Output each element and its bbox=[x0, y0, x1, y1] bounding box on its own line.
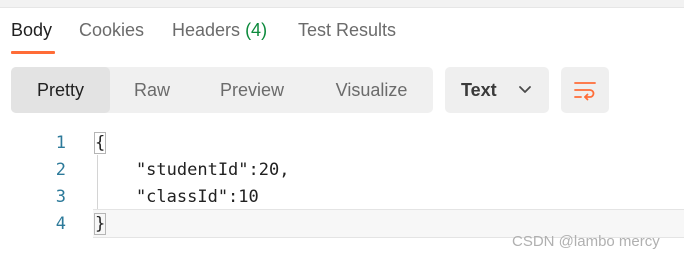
response-toolbar: Pretty Raw Preview Visualize Text bbox=[0, 67, 684, 115]
code-line: "studentId":20, bbox=[95, 160, 290, 180]
view-mode-group: Pretty Raw Preview Visualize bbox=[11, 67, 433, 113]
watermark: CSDN @lambo mercy bbox=[512, 233, 660, 250]
response-body-editor[interactable]: 1 2 3 4 { "studentId":20, "classId":10 } bbox=[0, 128, 684, 240]
line-number: 2 bbox=[55, 160, 66, 180]
tab-headers-label: Headers bbox=[172, 20, 241, 40]
code-line: "classId":10 bbox=[95, 187, 259, 207]
top-divider bbox=[0, 0, 684, 8]
tab-headers[interactable]: Headers (4) bbox=[172, 20, 267, 41]
line-number: 1 bbox=[55, 133, 66, 153]
tab-cookies[interactable]: Cookies bbox=[79, 20, 144, 41]
tab-test-results[interactable]: Test Results bbox=[298, 20, 396, 41]
wrap-lines-button[interactable] bbox=[561, 67, 609, 113]
matched-brace: { bbox=[93, 132, 107, 154]
active-tab-indicator bbox=[11, 51, 55, 54]
view-mode-preview[interactable]: Preview bbox=[194, 67, 310, 113]
line-number: 3 bbox=[55, 187, 66, 207]
line-number: 4 bbox=[55, 214, 66, 234]
wrap-lines-icon bbox=[574, 82, 596, 101]
view-mode-raw[interactable]: Raw bbox=[110, 67, 194, 113]
matched-brace: } bbox=[93, 213, 107, 235]
tab-body[interactable]: Body bbox=[11, 20, 52, 41]
code-line: { bbox=[93, 130, 107, 157]
response-tabs: Body Cookies Headers (4) Test Results bbox=[0, 8, 684, 54]
view-mode-visualize[interactable]: Visualize bbox=[310, 67, 433, 113]
view-mode-pretty[interactable]: Pretty bbox=[11, 67, 110, 113]
chevron-down-icon bbox=[519, 86, 531, 93]
format-select[interactable]: Text bbox=[445, 67, 549, 113]
code-line: } bbox=[93, 211, 107, 238]
headers-count: (4) bbox=[245, 20, 268, 40]
format-select-value: Text bbox=[461, 80, 497, 100]
